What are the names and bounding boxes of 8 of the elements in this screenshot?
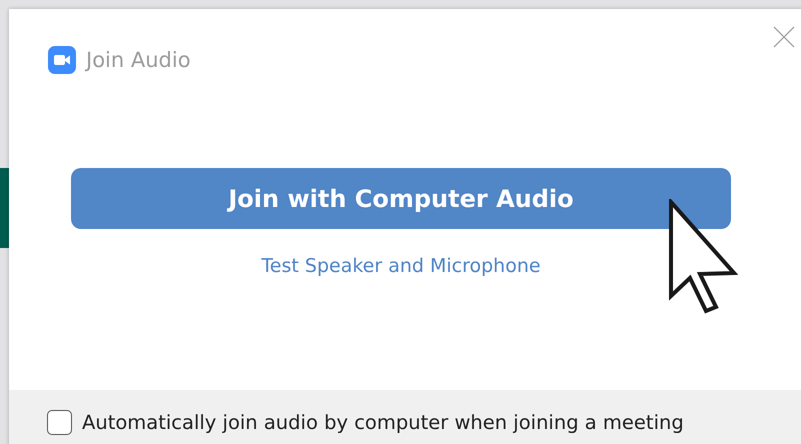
test-speaker-link[interactable]: Test Speaker and Microphone <box>261 255 541 277</box>
close-button[interactable] <box>773 26 795 48</box>
mouse-pointer-icon <box>668 199 738 315</box>
dialog-title: Join Audio <box>86 48 191 72</box>
join-audio-button[interactable]: Join with Computer Audio <box>71 168 731 229</box>
checkbox[interactable] <box>47 410 72 435</box>
checkbox-label: Automatically join audio by computer when joining a meeting <box>82 411 684 434</box>
video-camera-icon <box>48 46 76 74</box>
